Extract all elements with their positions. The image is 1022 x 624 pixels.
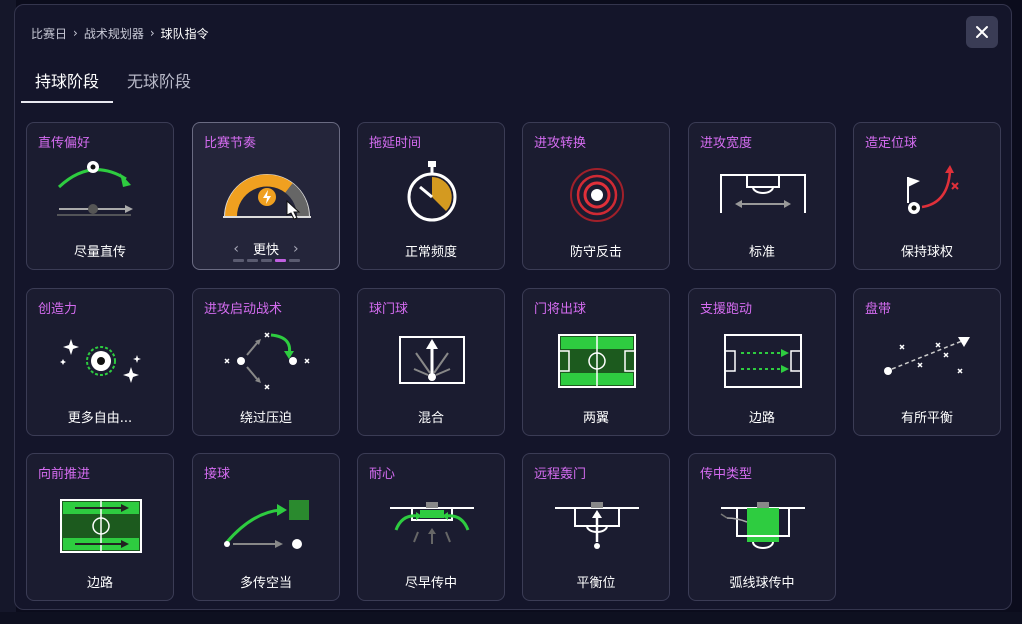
instruction-card-transition[interactable]: 进攻转换 防守反击 (522, 122, 670, 270)
card-title: 拖延时间 (369, 136, 422, 151)
build-up-icon (224, 332, 310, 390)
transition-target-icon (570, 168, 624, 222)
instruction-card-support-runs[interactable]: 支援跑动 边路 (688, 288, 836, 436)
card-title: 向前推进 (38, 467, 91, 482)
instruction-card-build-up[interactable]: 进攻启动战术 绕过压迫 (192, 288, 340, 436)
card-value: 保持球权 (900, 245, 953, 260)
instruction-card-long-shots[interactable]: 远程轰门 平衡位 (522, 453, 670, 601)
card-value: 标准 (748, 245, 775, 260)
card-value: 边路 (748, 411, 775, 426)
card-title: 支援跑动 (700, 302, 753, 317)
dribbling-icon (884, 337, 970, 375)
card-value: 弧线球传中 (729, 576, 795, 591)
receive-pass-icon (224, 500, 309, 549)
phase-tabs: 持球阶段 无球阶段 (21, 65, 205, 103)
card-title: 比赛节奏 (204, 136, 257, 151)
card-title: 盘带 (865, 302, 892, 317)
tab-in-possession[interactable]: 持球阶段 (21, 65, 114, 103)
card-value: 正常频度 (404, 245, 457, 260)
card-value: 更快 (252, 243, 279, 258)
stopwatch-icon (407, 161, 457, 222)
card-value: 边路 (86, 576, 113, 591)
instruction-card-time-wasting[interactable]: 拖延时间 正常频度 (357, 122, 505, 270)
set-piece-icon (907, 165, 959, 214)
card-value: 混合 (417, 411, 444, 426)
chevron-left-icon[interactable]: ‹ (233, 241, 239, 257)
stepper-dots (193, 259, 339, 262)
goal-kick-icon (399, 336, 465, 384)
card-title: 进攻宽度 (700, 136, 753, 151)
chevron-right-icon: › (149, 26, 155, 40)
tab-out-of-possession[interactable]: 无球阶段 (113, 65, 205, 101)
instruction-card-set-pieces[interactable]: 造定位球 保持球权 (853, 122, 1001, 270)
instruction-card-crossing[interactable]: 传中类型 弧线球传中 (688, 453, 836, 601)
card-title: 传中类型 (700, 467, 753, 482)
stepper-dot (232, 259, 244, 262)
keeper-distribution-icon (558, 334, 636, 388)
instruction-card-patience[interactable]: 耐心 尽早传中 (357, 453, 505, 601)
card-value: 尽早传中 (404, 576, 457, 591)
card-title: 远程轰门 (534, 467, 587, 482)
chevron-right-icon: › (73, 26, 78, 40)
cross-type-icon (720, 502, 805, 549)
card-title: 球门球 (369, 302, 409, 317)
card-value: 防守反击 (569, 245, 622, 260)
stepper-dot (246, 259, 258, 262)
card-value: 尽量直传 (73, 245, 126, 260)
width-pitch-icon (720, 174, 806, 213)
tempo-gauge-icon (223, 174, 311, 220)
card-value: 更多自由... (67, 411, 133, 426)
card-title: 造定位球 (865, 136, 918, 151)
card-title: 耐心 (369, 467, 396, 482)
progress-pitch-icon (60, 499, 142, 553)
instruction-card-passing-target[interactable]: 接球 多传空当 (192, 453, 340, 601)
card-title: 创造力 (38, 302, 78, 317)
chevron-right-icon[interactable]: › (293, 241, 299, 257)
instruction-card-passing-directness[interactable]: 直传偏好 尽量直传 (26, 122, 174, 270)
instruction-card-creativity[interactable]: 创造力 更多自由... (26, 288, 174, 436)
breadcrumb: 比赛日 › 战术规划器 › 球队指令 (31, 24, 209, 42)
breadcrumb-item-matchday[interactable]: 比赛日 (31, 25, 67, 42)
instruction-card-progress-through[interactable]: 向前推进 边路 (26, 453, 174, 601)
long-shot-icon (555, 502, 639, 549)
card-title: 直传偏好 (38, 136, 91, 151)
card-title: 接球 (204, 467, 231, 482)
instruction-card-goal-kicks[interactable]: 球门球 混合 (357, 288, 505, 436)
card-value: 绕过压迫 (239, 411, 292, 426)
close-button[interactable] (966, 16, 998, 48)
card-title: 门将出球 (534, 302, 587, 317)
close-icon (976, 26, 988, 38)
card-title: 进攻转换 (534, 136, 587, 151)
stepper-dot (260, 259, 272, 262)
patience-box-icon (390, 502, 474, 544)
instruction-card-dribbling[interactable]: 盘带 有所平衡 (853, 288, 1001, 436)
instruction-card-tempo[interactable]: 比赛节奏 ‹ 更快 › (192, 122, 340, 270)
stepper-dot (288, 259, 300, 262)
background-footer (0, 612, 1022, 624)
card-value: 多传空当 (239, 576, 292, 591)
pass-direct-icon (57, 161, 133, 216)
breadcrumb-item-tactics-planner[interactable]: 战术规划器 (84, 25, 144, 42)
tempo-stepper: ‹ 更快 › (193, 239, 339, 259)
stepper-dot-active (274, 259, 286, 262)
instruction-card-keeper-distribution[interactable]: 门将出球 两翼 (522, 288, 670, 436)
card-value: 两翼 (582, 411, 609, 426)
card-value: 平衡位 (576, 576, 616, 591)
card-title: 进攻启动战术 (204, 302, 283, 317)
creative-ball-icon (60, 339, 141, 383)
instruction-card-attacking-width[interactable]: 进攻宽度 标准 (688, 122, 836, 270)
breadcrumb-current: 球队指令 (160, 26, 209, 41)
card-value: 有所平衡 (900, 411, 953, 426)
team-instructions-modal: 比赛日 › 战术规划器 › 球队指令 持球阶段 无球阶段 直传偏好 尽量直传 比… (14, 4, 1012, 610)
support-runs-icon (724, 334, 802, 388)
